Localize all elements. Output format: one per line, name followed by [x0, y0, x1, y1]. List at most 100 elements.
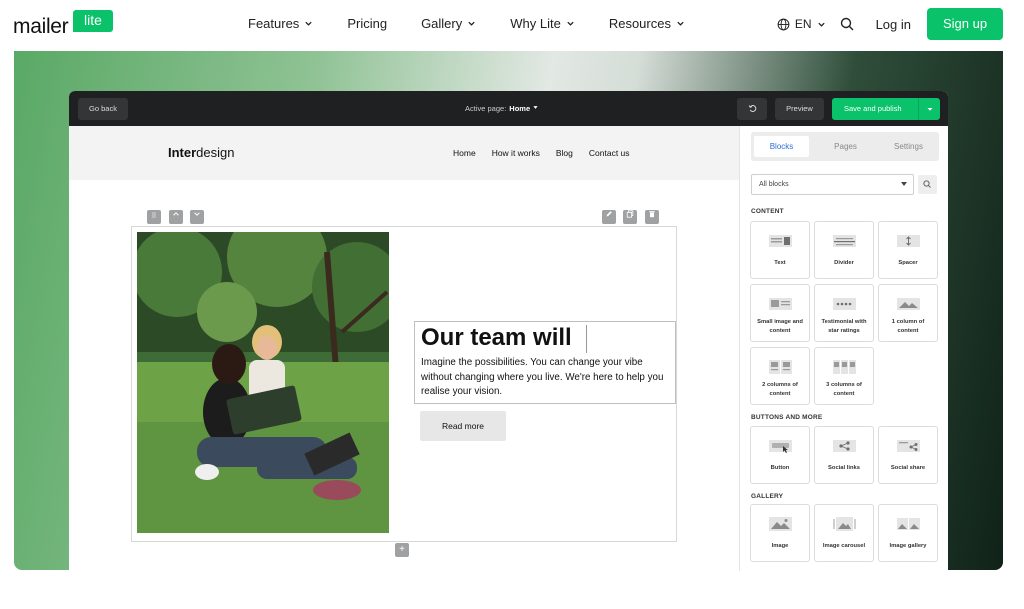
- editor-canvas: Interdesign Home How it works Blog Conta…: [69, 126, 739, 571]
- move-up-button[interactable]: [169, 210, 183, 224]
- block-label: 3 columns of content: [826, 382, 862, 397]
- nav-label: Features: [248, 16, 300, 31]
- block-label: Testimonial with star ratings: [821, 319, 867, 334]
- block-1-column[interactable]: 1 column of content: [878, 284, 938, 342]
- read-more-button[interactable]: Read more: [420, 411, 506, 441]
- site-logo[interactable]: Interdesign: [168, 145, 234, 160]
- team-photo[interactable]: [137, 232, 389, 533]
- image-gallery-icon: [897, 518, 920, 530]
- caret-down-icon: [901, 182, 907, 186]
- block-3-columns[interactable]: 3 columns of content: [814, 347, 874, 405]
- block-social-links[interactable]: Social links: [814, 426, 874, 484]
- active-page-value: Home: [509, 104, 531, 113]
- block-label: 1 column of content: [891, 319, 925, 334]
- site-nav-blog[interactable]: Blog: [556, 148, 573, 158]
- caret-down-icon: [927, 108, 933, 111]
- blocks-panel: Blocks Pages Settings All blocks CONTENT…: [739, 126, 948, 571]
- globe-icon: [777, 18, 790, 30]
- block-small-image-content[interactable]: Small image and content: [750, 284, 810, 342]
- headline-text-box[interactable]: Our team will Imagine the possibilities.…: [414, 321, 676, 404]
- block-social-share[interactable]: Social share: [878, 426, 938, 484]
- button-block-icon: [769, 440, 792, 453]
- publish-label: Save and publish: [844, 104, 902, 113]
- chevron-down-icon: [677, 21, 684, 26]
- block-testimonial[interactable]: Testimonial with star ratings: [814, 284, 874, 342]
- block-search-button[interactable]: [918, 175, 937, 194]
- three-columns-icon: [833, 360, 856, 374]
- nav-item-why-lite[interactable]: Why Lite: [510, 16, 575, 31]
- logo-text: mailer: [13, 15, 69, 38]
- history-button[interactable]: [737, 98, 767, 120]
- logo-badge: lite: [73, 10, 113, 32]
- duplicate-section-button[interactable]: [623, 210, 637, 224]
- block-image[interactable]: Image: [750, 504, 810, 562]
- active-page-selector[interactable]: Active page: Home: [465, 104, 539, 113]
- text-cursor: [586, 325, 587, 353]
- nav-item-resources[interactable]: Resources: [609, 16, 685, 31]
- content-section[interactable]: Our team will Imagine the possibilities.…: [131, 226, 677, 542]
- site-nav-contact[interactable]: Contact us: [589, 148, 630, 158]
- login-link[interactable]: Log in: [876, 17, 911, 32]
- block-label: Small image and content: [757, 319, 803, 334]
- image-content-icon: [769, 298, 792, 310]
- block-spacer[interactable]: Spacer: [878, 221, 938, 279]
- nav-item-features[interactable]: Features: [248, 16, 313, 31]
- delete-section-button[interactable]: [645, 210, 659, 224]
- search-icon[interactable]: [840, 17, 854, 31]
- drag-handle-icon[interactable]: ⠿: [147, 210, 161, 224]
- block-divider[interactable]: Divider: [814, 221, 874, 279]
- block-text[interactable]: Text: [750, 221, 810, 279]
- testimonial-icon: [833, 298, 856, 310]
- editor-toolbar: Go back Active page: Home Preview Save an…: [69, 91, 948, 126]
- block-image-gallery[interactable]: Image gallery: [878, 504, 938, 562]
- block-filter-value: All blocks: [759, 181, 789, 188]
- block-filter-select[interactable]: All blocks: [751, 174, 914, 195]
- block-image-carousel[interactable]: Image carousel: [814, 504, 874, 562]
- publish-options-toggle[interactable]: [918, 98, 940, 120]
- chevron-down-icon: [567, 21, 574, 26]
- section-paragraph[interactable]: Imagine the possibilities. You can chang…: [421, 356, 675, 400]
- block-label: Spacer: [898, 260, 918, 266]
- save-and-publish-button[interactable]: Save and publish: [832, 98, 940, 120]
- block-2-columns[interactable]: 2 columns of content: [750, 347, 810, 405]
- tab-pages[interactable]: Pages: [818, 136, 873, 157]
- chevron-up-icon: [173, 212, 179, 216]
- social-links-icon: [833, 440, 856, 452]
- site-nav-home[interactable]: Home: [453, 148, 476, 158]
- text-block-icon: [769, 235, 792, 247]
- go-back-button[interactable]: Go back: [78, 98, 128, 120]
- block-label: Button: [770, 465, 790, 471]
- one-column-icon: [897, 298, 920, 310]
- two-columns-icon: [769, 360, 792, 374]
- signup-button[interactable]: Sign up: [927, 8, 1003, 40]
- top-navigation: mailer lite Features Pricing Gallery Why…: [0, 0, 1024, 50]
- chevron-down-icon: [194, 212, 200, 216]
- tab-settings[interactable]: Settings: [881, 136, 936, 157]
- panel-tabs: Blocks Pages Settings: [751, 132, 939, 161]
- section-headline[interactable]: Our team will: [421, 324, 572, 352]
- preview-button[interactable]: Preview: [775, 98, 824, 120]
- nav-item-gallery[interactable]: Gallery: [421, 16, 476, 31]
- search-icon: [923, 180, 931, 188]
- history-icon: [748, 105, 756, 112]
- nav-label: Gallery: [421, 16, 463, 31]
- add-section-button[interactable]: +: [395, 543, 409, 557]
- site-nav-how-it-works[interactable]: How it works: [492, 148, 540, 158]
- language-selector[interactable]: EN: [777, 17, 826, 31]
- nav-label: Why Lite: [510, 16, 561, 31]
- block-label: Social links: [828, 465, 860, 471]
- block-button[interactable]: Button: [750, 426, 810, 484]
- tab-blocks[interactable]: Blocks: [754, 136, 809, 157]
- nav-item-pricing[interactable]: Pricing: [347, 16, 387, 31]
- copy-icon: [626, 210, 634, 218]
- move-down-button[interactable]: [190, 210, 204, 224]
- pencil-icon: [606, 211, 612, 217]
- edit-section-button[interactable]: [602, 210, 616, 224]
- language-label: EN: [794, 17, 812, 31]
- trash-icon: [649, 211, 655, 218]
- block-label: Image carousel: [822, 543, 866, 549]
- image-icon: [769, 517, 792, 531]
- block-label: Image gallery: [889, 543, 927, 549]
- block-label: Text: [774, 260, 786, 266]
- block-label: 2 columns of content: [762, 382, 798, 397]
